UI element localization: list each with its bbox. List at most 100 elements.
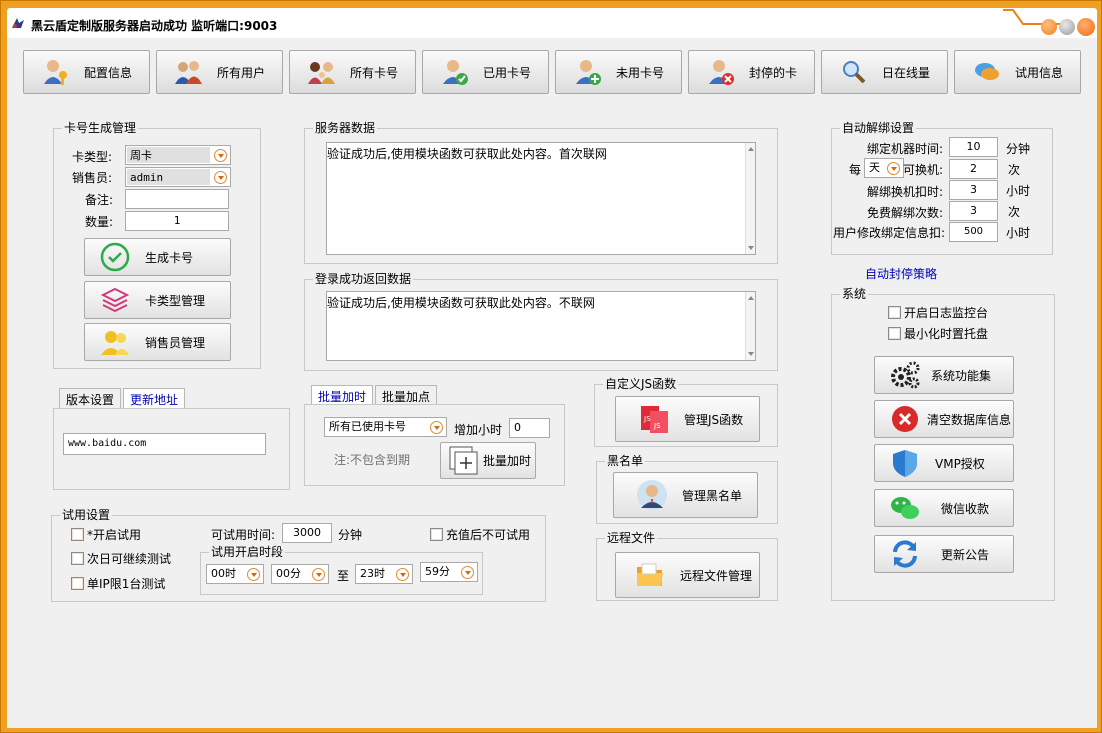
- batch-note: 注:不包含到期: [334, 453, 411, 467]
- free-unbind-input[interactable]: 3: [949, 201, 998, 221]
- toolbar-label: 未用卡号: [616, 65, 665, 80]
- next-day-checkbox[interactable]: 次日可继续测试: [71, 550, 171, 567]
- deduct-time-input[interactable]: 3: [949, 180, 998, 200]
- card-type-select[interactable]: 周卡: [125, 145, 231, 165]
- tab-batch-add-points[interactable]: 批量加点: [375, 385, 438, 405]
- card-type-manage-button[interactable]: 卡类型管理: [84, 281, 231, 319]
- minimize-button[interactable]: [1041, 19, 1057, 35]
- daily-online-button[interactable]: 日在线量: [821, 50, 948, 94]
- title-bar[interactable]: 黑云盾定制版服务器启动成功 监听端口:9003: [7, 8, 1097, 38]
- modify-bind-unit: 小时: [1006, 226, 1031, 240]
- modify-bind-input[interactable]: 500: [949, 222, 998, 242]
- clear-database-button[interactable]: 清空数据库信息: [874, 400, 1014, 438]
- chevron-down-icon: [214, 149, 227, 162]
- add-hours-input[interactable]: 0: [509, 418, 550, 438]
- server-data-textarea[interactable]: 验证成功后,使用模块函数可获取此处内容。首次联网: [326, 142, 756, 255]
- tab-update-url[interactable]: 更新地址: [123, 388, 186, 409]
- enable-trial-checkbox[interactable]: *开启试用: [71, 526, 141, 543]
- scrollbar[interactable]: [745, 292, 755, 360]
- wechat-icon: [889, 492, 921, 524]
- seller-select[interactable]: admin: [125, 167, 231, 187]
- minimize-to-tray-checkbox[interactable]: 最小化时置托盘: [888, 325, 988, 342]
- main-panel: 配置信息 所有用户 所有卡号 已用卡号 未用卡号 封停的卡 日在线量 试用信息 …: [7, 38, 1097, 728]
- ip-limit-checkbox[interactable]: 单IP限1台测试: [71, 575, 165, 592]
- banned-cards-button[interactable]: 封停的卡: [688, 50, 815, 94]
- maximize-button[interactable]: [1059, 19, 1075, 35]
- card-type-label: 卡类型:: [72, 150, 113, 164]
- chevron-down-icon: [461, 566, 474, 579]
- button-label: 微信收款: [941, 501, 990, 516]
- group-label: 系统: [840, 287, 869, 301]
- deduct-time-unit: 小时: [1006, 184, 1031, 198]
- select-value: 59分: [425, 565, 450, 578]
- button-label: VMP授权: [935, 456, 985, 471]
- chevron-down-icon: [887, 162, 900, 175]
- select-value: 所有已使用卡号: [329, 420, 406, 433]
- group-label: 卡号生成管理: [62, 121, 139, 135]
- trial-time-input[interactable]: 3000: [282, 523, 332, 543]
- auto-ban-strategy-link[interactable]: 自动封停策略: [865, 265, 937, 282]
- user-check-icon: [441, 58, 469, 86]
- card-type-value: 周卡: [127, 147, 210, 163]
- vmp-license-button[interactable]: VMP授权: [874, 444, 1014, 482]
- button-label: 生成卡号: [145, 250, 194, 265]
- select-value: 00分: [276, 567, 301, 580]
- chevron-down-icon: [312, 568, 325, 581]
- select-value: 23时: [360, 567, 385, 580]
- config-info-button[interactable]: 配置信息: [23, 50, 150, 94]
- toolbar-label: 试用信息: [1015, 65, 1064, 80]
- update-notice-button[interactable]: 更新公告: [874, 535, 1014, 573]
- trial-info-button[interactable]: 试用信息: [954, 50, 1081, 94]
- tab-version-settings[interactable]: 版本设置: [59, 388, 122, 408]
- update-url-input[interactable]: www.baidu.com: [63, 433, 266, 455]
- close-button[interactable]: [1077, 18, 1095, 36]
- seller-manage-button[interactable]: 销售员管理: [84, 323, 231, 361]
- free-unbind-unit: 次: [1008, 205, 1021, 219]
- group-label: 试用开启时段: [209, 545, 286, 559]
- scrollbar[interactable]: [745, 143, 755, 254]
- remote-file-manage-button[interactable]: 远程文件管理: [615, 552, 760, 598]
- qty-label: 数量:: [85, 215, 114, 229]
- end-hour-select[interactable]: 23时: [355, 564, 413, 584]
- unused-cards-button[interactable]: 未用卡号: [555, 50, 682, 94]
- svg-text:JS: JS: [643, 415, 651, 423]
- add-box-icon: [447, 445, 481, 477]
- change-machine-unit: 次: [1008, 163, 1021, 177]
- chevron-down-icon: [396, 568, 409, 581]
- group-label: 远程文件: [605, 531, 658, 545]
- manage-js-button[interactable]: JS JS 管理JS函数: [615, 396, 760, 442]
- bind-time-input[interactable]: 10: [949, 137, 998, 157]
- chevron-down-icon: [247, 568, 260, 581]
- button-label: 批量加时: [483, 454, 532, 468]
- folder-icon: [634, 559, 666, 591]
- change-machine-input[interactable]: 2: [949, 159, 998, 179]
- used-cards-button[interactable]: 已用卡号: [422, 50, 549, 94]
- tab-batch-add-time[interactable]: 批量加时: [311, 385, 374, 405]
- checkbox-label: *开启试用: [87, 528, 142, 542]
- qty-input[interactable]: 1: [125, 211, 229, 231]
- login-data-textarea[interactable]: 验证成功后,使用模块函数可获取此处内容。不联网: [326, 291, 756, 361]
- checkbox-box: [888, 327, 901, 340]
- per-label: 每: [849, 163, 862, 177]
- note-input[interactable]: [125, 189, 229, 209]
- start-hour-select[interactable]: 00时: [206, 564, 264, 584]
- all-users-button[interactable]: 所有用户: [156, 50, 283, 94]
- end-minute-select[interactable]: 59分: [420, 562, 478, 582]
- generate-cards-button[interactable]: 生成卡号: [84, 238, 231, 276]
- close-circle-icon: [889, 403, 921, 435]
- all-cards-button[interactable]: 所有卡号: [289, 50, 416, 94]
- log-monitor-checkbox[interactable]: 开启日志监控台: [888, 304, 988, 321]
- to-label: 至: [337, 569, 350, 583]
- wechat-pay-button[interactable]: 微信收款: [874, 489, 1014, 527]
- refresh-icon: [889, 538, 921, 570]
- manage-blacklist-button[interactable]: 管理黑名单: [613, 472, 758, 518]
- add-hours-label: 增加小时: [454, 423, 503, 437]
- button-label: 更新公告: [941, 547, 990, 562]
- system-functions-button[interactable]: 系统功能集: [874, 356, 1014, 394]
- batch-scope-select[interactable]: 所有已使用卡号: [324, 417, 447, 437]
- recharge-no-trial-checkbox[interactable]: 充值后不可试用: [430, 526, 530, 543]
- per-period-select[interactable]: 天: [864, 158, 904, 178]
- batch-add-time-button[interactable]: 批量加时: [440, 442, 536, 479]
- start-minute-select[interactable]: 00分: [271, 564, 329, 584]
- checkbox-box: [430, 528, 443, 541]
